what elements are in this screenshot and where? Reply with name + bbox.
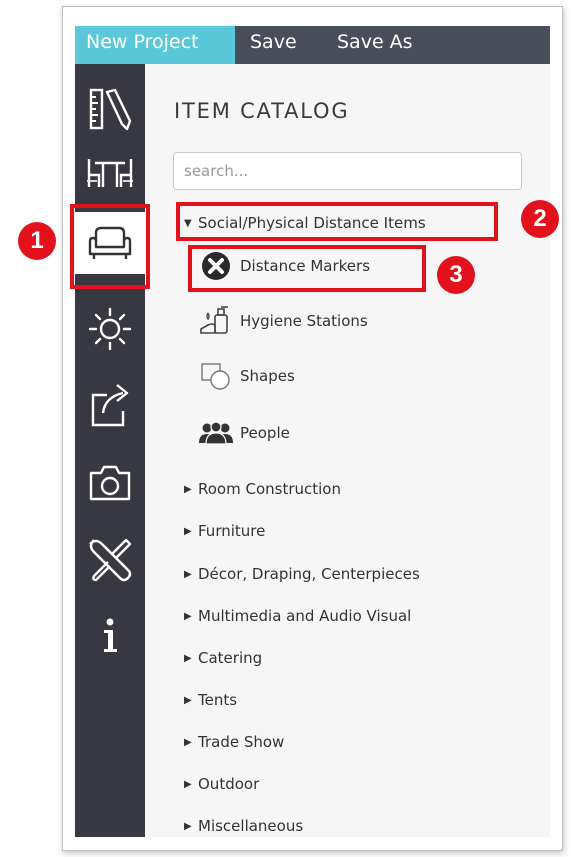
sub-item-label: Hygiene Stations xyxy=(240,312,368,330)
sidebar-item-tables[interactable] xyxy=(75,140,145,202)
caret-right-icon: ▶ xyxy=(184,778,192,790)
category-room-construction[interactable]: ▶ Room Construction xyxy=(184,477,341,501)
caret-right-icon: ▶ xyxy=(184,820,192,832)
sidebar-item-info[interactable] xyxy=(75,604,145,666)
sidebar-item-export[interactable] xyxy=(75,374,145,436)
people-icon xyxy=(198,415,234,451)
camera-icon xyxy=(89,465,131,501)
catalog-title: ITEM CATALOG xyxy=(174,99,350,123)
sidebar-item-tools[interactable] xyxy=(75,529,145,591)
category-label: Multimedia and Audio Visual xyxy=(198,607,412,625)
caret-right-icon: ▶ xyxy=(184,525,192,537)
table-chairs-icon xyxy=(87,159,133,187)
caret-right-icon: ▶ xyxy=(184,483,192,495)
new-project-label: New Project xyxy=(86,31,199,53)
shapes-icon xyxy=(198,358,234,394)
category-label: Miscellaneous xyxy=(198,817,304,835)
category-tents[interactable]: ▶ Tents xyxy=(184,688,237,712)
category-outdoor[interactable]: ▶ Outdoor xyxy=(184,772,259,796)
sub-item-label: Shapes xyxy=(240,367,295,385)
caret-right-icon: ▶ xyxy=(184,568,192,580)
category-label: Décor, Draping, Centerpieces xyxy=(198,565,420,583)
tool-sidebar xyxy=(75,64,145,837)
sidebar-item-draw[interactable] xyxy=(75,78,145,140)
caret-right-icon: ▶ xyxy=(184,652,192,664)
export-icon xyxy=(91,384,129,427)
category-trade-show[interactable]: ▶ Trade Show xyxy=(184,730,284,754)
highlight-box-distance-markers xyxy=(188,245,426,292)
search-input[interactable] xyxy=(173,152,522,190)
category-label: Outdoor xyxy=(198,775,260,793)
category-decor[interactable]: ▶ Décor, Draping, Centerpieces xyxy=(184,562,420,586)
sidebar-item-lighting[interactable] xyxy=(75,298,145,360)
sub-item-label: People xyxy=(240,424,290,442)
light-sun-icon xyxy=(88,307,132,351)
highlight-box-category xyxy=(176,202,498,241)
category-catering[interactable]: ▶ Catering xyxy=(184,646,262,670)
category-label: Trade Show xyxy=(198,733,285,751)
sub-item-people[interactable]: People xyxy=(198,415,290,451)
sidebar-item-camera[interactable] xyxy=(75,452,145,514)
category-label: Tents xyxy=(198,691,238,709)
top-toolbar: New Project Save Save As xyxy=(75,26,550,64)
caret-right-icon: ▶ xyxy=(184,610,192,622)
category-label: Room Construction xyxy=(198,480,341,498)
info-icon xyxy=(104,618,117,652)
category-label: Catering xyxy=(198,649,263,667)
save-label: Save xyxy=(250,31,297,53)
step-badge-1: 1 xyxy=(18,222,56,260)
category-furniture[interactable]: ▶ Furniture xyxy=(184,519,265,543)
caret-right-icon: ▶ xyxy=(184,694,192,706)
category-multimedia[interactable]: ▶ Multimedia and Audio Visual xyxy=(184,604,411,628)
highlight-box-furniture xyxy=(70,204,150,289)
category-label: Furniture xyxy=(198,522,266,540)
sub-item-shapes[interactable]: Shapes xyxy=(198,358,295,394)
step-badge-3: 3 xyxy=(437,256,475,294)
step-badge-2: 2 xyxy=(521,200,559,238)
new-project-button[interactable]: New Project xyxy=(75,26,235,64)
ruler-pencil-icon xyxy=(89,88,132,131)
tools-icon xyxy=(89,538,132,582)
caret-right-icon: ▶ xyxy=(184,736,192,748)
category-miscellaneous[interactable]: ▶ Miscellaneous xyxy=(184,814,303,838)
hand-sanitizer-icon xyxy=(198,303,234,339)
save-as-label: Save As xyxy=(337,31,413,53)
sub-item-hygiene-stations[interactable]: Hygiene Stations xyxy=(198,303,368,339)
